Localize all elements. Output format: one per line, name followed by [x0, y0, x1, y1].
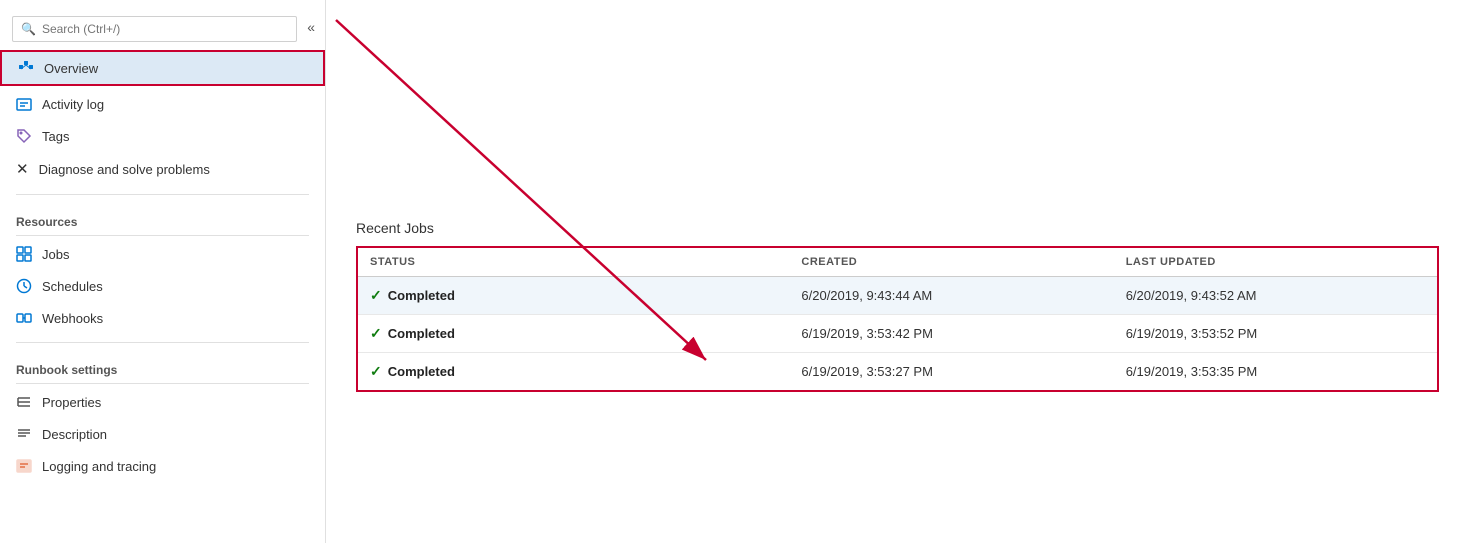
- recent-jobs-title: Recent Jobs: [356, 220, 1439, 236]
- created-cell: 6/20/2019, 9:43:44 AM: [789, 277, 1113, 315]
- activity-log-icon: [16, 96, 32, 112]
- nav-divider-resources: [16, 235, 309, 236]
- sidebar-item-tags[interactable]: Tags: [0, 120, 325, 152]
- recent-jobs-section: Recent Jobs STATUS CREATED LAST UPDATED …: [356, 220, 1439, 392]
- sidebar-item-description-label: Description: [42, 427, 107, 442]
- column-header-created: CREATED: [789, 247, 1113, 277]
- status-cell: ✓ Completed: [357, 277, 789, 315]
- sidebar-item-activity-log-label: Activity log: [42, 97, 104, 112]
- sidebar-item-overview-label: Overview: [44, 61, 98, 76]
- jobs-table: STATUS CREATED LAST UPDATED ✓ Completed …: [356, 246, 1439, 392]
- sidebar-item-activity-log[interactable]: Activity log: [0, 88, 325, 120]
- overview-icon: [18, 60, 34, 76]
- status-label: Completed: [388, 326, 455, 341]
- sidebar-top-row: 🔍 «: [0, 0, 325, 48]
- properties-icon: [16, 394, 32, 410]
- search-input[interactable]: [42, 22, 288, 36]
- sidebar-item-jobs[interactable]: Jobs: [0, 238, 325, 270]
- last-updated-cell: 6/20/2019, 9:43:52 AM: [1114, 277, 1438, 315]
- sidebar-navigation: Overview Activity log Tags: [0, 48, 325, 543]
- jobs-icon: [16, 246, 32, 262]
- sidebar-item-webhooks[interactable]: Webhooks: [0, 302, 325, 334]
- column-header-status: STATUS: [357, 247, 789, 277]
- tags-icon: [16, 128, 32, 144]
- status-cell: ✓ Completed: [357, 315, 789, 353]
- sidebar-item-logging-label: Logging and tracing: [42, 459, 156, 474]
- status-label: Completed: [388, 364, 455, 379]
- diagnose-icon: ✕: [16, 160, 29, 178]
- status-completed: ✓ Completed: [370, 287, 777, 304]
- sidebar-item-properties[interactable]: Properties: [0, 386, 325, 418]
- search-bar[interactable]: 🔍: [12, 16, 297, 42]
- status-completed: ✓ Completed: [370, 325, 777, 342]
- table-row[interactable]: ✓ Completed 6/20/2019, 9:43:44 AM 6/20/2…: [357, 277, 1438, 315]
- status-completed: ✓ Completed: [370, 363, 777, 380]
- sidebar-item-schedules[interactable]: Schedules: [0, 270, 325, 302]
- sidebar-item-diagnose[interactable]: ✕ Diagnose and solve problems: [0, 152, 325, 186]
- sidebar-item-jobs-label: Jobs: [42, 247, 69, 262]
- sidebar-item-tags-label: Tags: [42, 129, 69, 144]
- main-content: Recent Jobs STATUS CREATED LAST UPDATED …: [326, 0, 1469, 543]
- description-icon: [16, 426, 32, 442]
- runbook-settings-section-label: Runbook settings: [0, 351, 325, 381]
- table-row[interactable]: ✓ Completed 6/19/2019, 3:53:27 PM 6/19/2…: [357, 353, 1438, 392]
- sidebar: 🔍 « Overview: [0, 0, 326, 543]
- resources-section-label: Resources: [0, 203, 325, 233]
- last-updated-cell: 6/19/2019, 3:53:52 PM: [1114, 315, 1438, 353]
- sidebar-item-webhooks-label: Webhooks: [42, 311, 103, 326]
- webhooks-icon: [16, 310, 32, 326]
- nav-divider-2: [16, 342, 309, 343]
- sidebar-item-description[interactable]: Description: [0, 418, 325, 450]
- check-icon: ✓: [370, 363, 382, 380]
- sidebar-item-schedules-label: Schedules: [42, 279, 103, 294]
- check-icon: ✓: [370, 287, 382, 304]
- collapse-button[interactable]: «: [297, 13, 325, 41]
- last-updated-cell: 6/19/2019, 3:53:35 PM: [1114, 353, 1438, 392]
- table-row[interactable]: ✓ Completed 6/19/2019, 3:53:42 PM 6/19/2…: [357, 315, 1438, 353]
- check-icon: ✓: [370, 325, 382, 342]
- schedules-icon: [16, 278, 32, 294]
- created-cell: 6/19/2019, 3:53:27 PM: [789, 353, 1113, 392]
- status-cell: ✓ Completed: [357, 353, 789, 392]
- logging-icon: [16, 458, 32, 474]
- sidebar-item-overview[interactable]: Overview: [0, 50, 325, 86]
- sidebar-item-diagnose-label: Diagnose and solve problems: [39, 162, 210, 177]
- table-header-row: STATUS CREATED LAST UPDATED: [357, 247, 1438, 277]
- sidebar-item-logging[interactable]: Logging and tracing: [0, 450, 325, 482]
- nav-divider-runbook: [16, 383, 309, 384]
- column-header-last-updated: LAST UPDATED: [1114, 247, 1438, 277]
- created-cell: 6/19/2019, 3:53:42 PM: [789, 315, 1113, 353]
- status-label: Completed: [388, 288, 455, 303]
- sidebar-item-properties-label: Properties: [42, 395, 101, 410]
- search-icon: 🔍: [21, 22, 36, 36]
- nav-divider-1: [16, 194, 309, 195]
